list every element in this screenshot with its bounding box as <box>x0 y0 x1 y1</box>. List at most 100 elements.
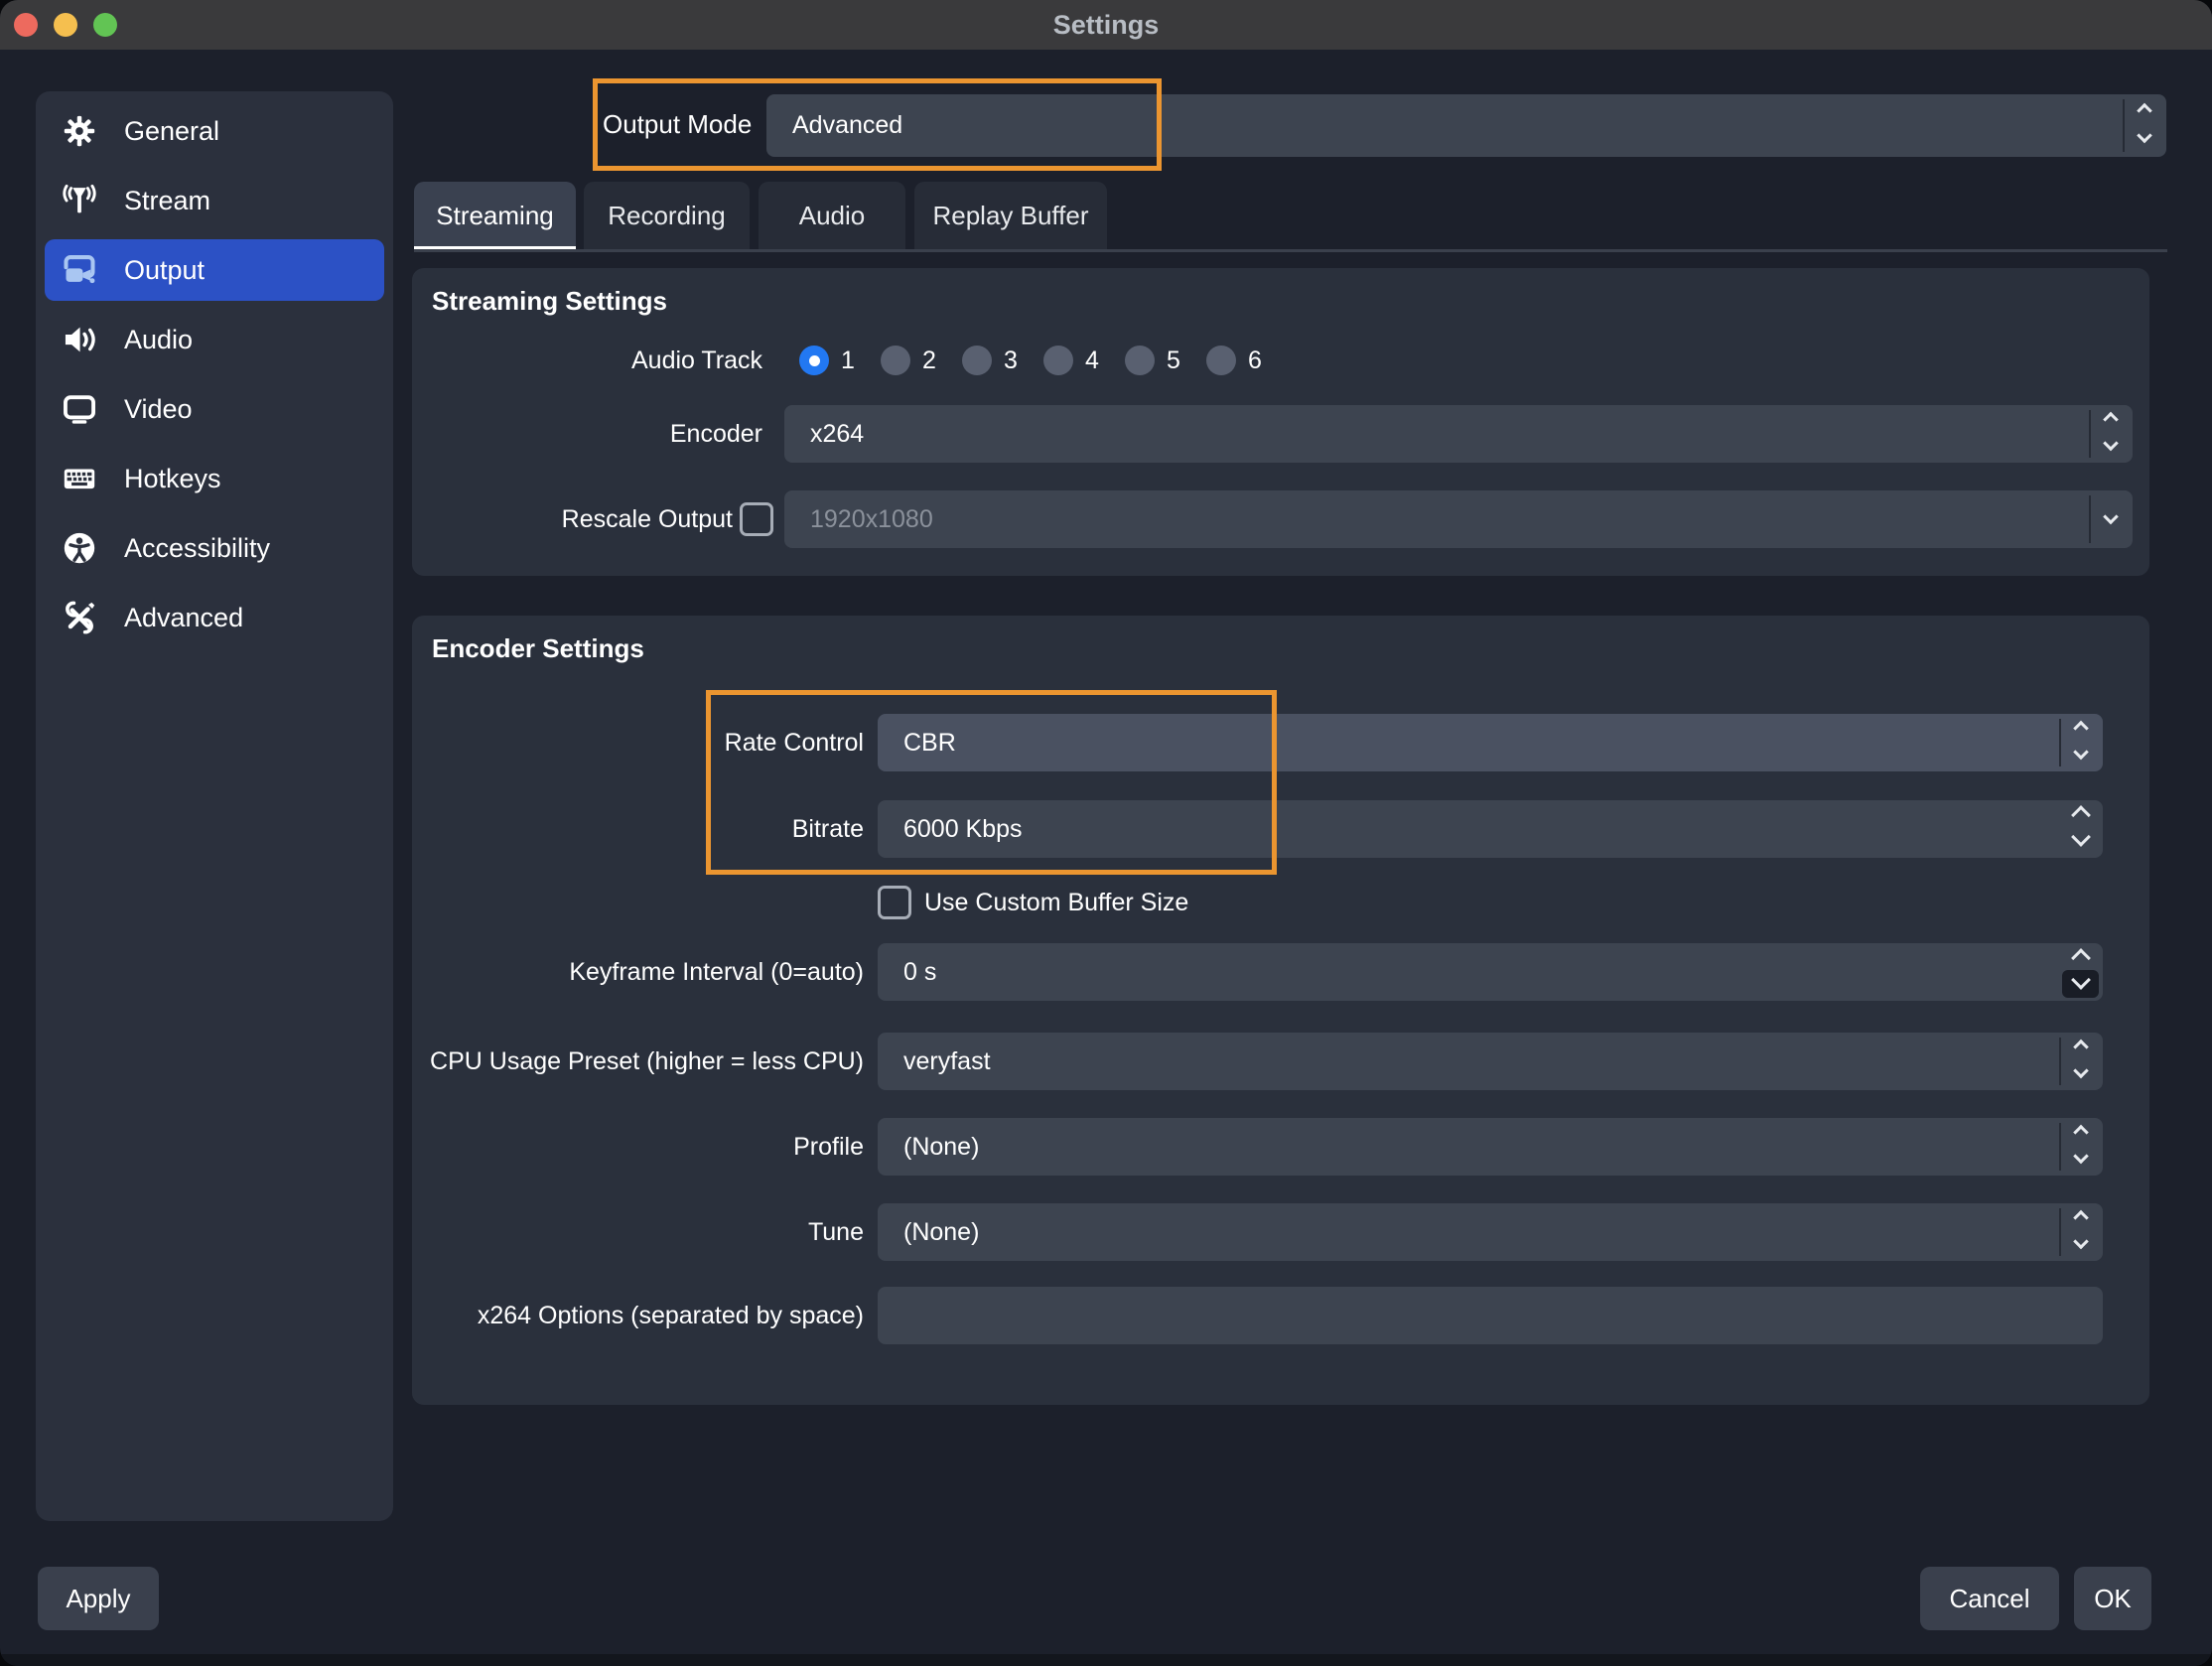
chevron-down-icon <box>2103 435 2119 451</box>
titlebar: Settings <box>0 0 2212 50</box>
monitor-icon <box>61 390 98 428</box>
cpu-preset-select[interactable]: veryfast <box>878 1033 2103 1090</box>
profile-spinner[interactable] <box>2059 1118 2103 1176</box>
x264-options-input[interactable] <box>878 1287 2103 1344</box>
speaker-icon <box>61 321 98 358</box>
tune-spinner[interactable] <box>2059 1203 2103 1261</box>
profile-value: (None) <box>878 1133 979 1162</box>
rescale-spinner[interactable] <box>2089 490 2133 548</box>
rate-control-spinner[interactable] <box>2059 714 2103 771</box>
sidebar-item-hotkeys[interactable]: Hotkeys <box>45 448 384 509</box>
rescale-resolution-value: 1920x1080 <box>784 505 933 534</box>
profile-select[interactable]: (None) <box>878 1118 2103 1176</box>
audio-track-label: Audio Track <box>412 346 762 375</box>
chevron-down-icon <box>2073 1062 2089 1078</box>
encoder-settings-panel: Encoder Settings Rate Control CBR Bitrat… <box>412 616 2149 1405</box>
chevron-up-icon <box>2073 1040 2089 1055</box>
keyframe-spinner[interactable] <box>2059 943 2103 1001</box>
cancel-button[interactable]: Cancel <box>1920 1567 2059 1630</box>
sidebar-item-video[interactable]: Video <box>45 378 384 440</box>
chevron-down-icon <box>2071 827 2091 847</box>
encoder-spinner[interactable] <box>2089 405 2133 463</box>
tab-replay-buffer[interactable]: Replay Buffer <box>914 182 1107 250</box>
audio-track-option-1[interactable]: 1 <box>787 346 869 375</box>
antenna-icon <box>61 182 98 219</box>
audio-track-radios: 1 2 3 4 5 6 <box>787 346 1276 375</box>
minimize-window-button[interactable] <box>54 13 77 37</box>
encoder-label: Encoder <box>412 405 762 463</box>
ok-button[interactable]: OK <box>2074 1567 2151 1630</box>
keyframe-interval-value: 0 s <box>878 958 936 987</box>
chevron-up-icon <box>2137 103 2152 119</box>
x264-options-label: x264 Options (separated by space) <box>412 1287 864 1344</box>
sidebar-item-audio[interactable]: Audio <box>45 309 384 370</box>
use-custom-buffer-label: Use Custom Buffer Size <box>924 885 1188 920</box>
chevron-up-icon <box>2103 412 2119 428</box>
radio-icon <box>881 346 910 375</box>
bitrate-input[interactable]: 6000 Kbps <box>878 800 2103 858</box>
chevron-up-icon <box>2071 948 2091 968</box>
use-custom-buffer-checkbox[interactable] <box>878 886 911 919</box>
audio-track-option-4[interactable]: 4 <box>1032 346 1113 375</box>
chevron-down-icon <box>2103 509 2119 525</box>
cpu-preset-value: veryfast <box>878 1047 991 1076</box>
rescale-output-label: Rescale Output <box>412 490 733 548</box>
streaming-settings-title: Streaming Settings <box>432 286 667 317</box>
chevron-down-icon <box>2073 744 2089 760</box>
window-title: Settings <box>1053 10 1160 41</box>
tools-icon <box>61 599 98 636</box>
sidebar-item-output[interactable]: Output <box>45 239 384 301</box>
sidebar-item-label: Audio <box>124 325 193 355</box>
rescale-resolution-select[interactable]: 1920x1080 <box>784 490 2133 548</box>
profile-label: Profile <box>412 1118 864 1176</box>
sidebar-item-label: Output <box>124 255 205 286</box>
sidebar-item-label: General <box>124 116 219 147</box>
audio-track-option-5[interactable]: 5 <box>1113 346 1194 375</box>
tab-audio[interactable]: Audio <box>759 182 905 250</box>
apply-button[interactable]: Apply <box>38 1567 159 1630</box>
radio-icon <box>1043 346 1073 375</box>
chevron-down-icon <box>2073 1233 2089 1249</box>
audio-track-option-3[interactable]: 3 <box>950 346 1032 375</box>
sidebar-item-accessibility[interactable]: Accessibility <box>45 517 384 579</box>
bitrate-spinner[interactable] <box>2059 800 2103 858</box>
output-display-camera-icon <box>61 251 98 289</box>
tabs-divider <box>414 249 2167 252</box>
settings-sidebar: General Stream Output Audio Video <box>36 91 393 1521</box>
radio-selected-icon <box>799 346 829 375</box>
output-mode-spinner[interactable] <box>2123 94 2166 157</box>
keyframe-interval-input[interactable]: 0 s <box>878 943 2103 1001</box>
chevron-down-icon <box>2137 128 2152 144</box>
sidebar-item-stream[interactable]: Stream <box>45 170 384 231</box>
tab-streaming[interactable]: Streaming <box>414 182 576 250</box>
sidebar-item-label: Video <box>124 394 193 425</box>
encoder-value: x264 <box>784 420 864 449</box>
audio-track-option-6[interactable]: 6 <box>1194 346 1276 375</box>
keyframe-interval-label: Keyframe Interval (0=auto) <box>412 943 864 1001</box>
output-mode-select[interactable]: Advanced <box>766 94 2166 157</box>
tune-label: Tune <box>412 1203 864 1261</box>
chevron-up-icon <box>2073 721 2089 737</box>
chevron-down-icon <box>2073 1148 2089 1164</box>
window-bottom-edge <box>0 1654 2212 1666</box>
close-window-button[interactable] <box>14 13 38 37</box>
tune-select[interactable]: (None) <box>878 1203 2103 1261</box>
rate-control-select[interactable]: CBR <box>878 714 2103 771</box>
zoom-window-button[interactable] <box>93 13 117 37</box>
bitrate-label: Bitrate <box>412 800 864 858</box>
accessibility-icon <box>61 529 98 567</box>
bitrate-value: 6000 Kbps <box>878 815 1023 844</box>
cpu-preset-spinner[interactable] <box>2059 1033 2103 1090</box>
tune-value: (None) <box>878 1218 979 1247</box>
chevron-up-icon <box>2071 805 2091 825</box>
tab-recording[interactable]: Recording <box>584 182 750 250</box>
radio-icon <box>1206 346 1236 375</box>
audio-track-option-2[interactable]: 2 <box>869 346 950 375</box>
rate-control-label: Rate Control <box>412 714 864 771</box>
sidebar-item-general[interactable]: General <box>45 100 384 162</box>
sidebar-item-label: Hotkeys <box>124 464 221 494</box>
rescale-output-checkbox[interactable] <box>740 502 773 536</box>
radio-icon <box>1125 346 1155 375</box>
sidebar-item-advanced[interactable]: Advanced <box>45 587 384 648</box>
encoder-select[interactable]: x264 <box>784 405 2133 463</box>
